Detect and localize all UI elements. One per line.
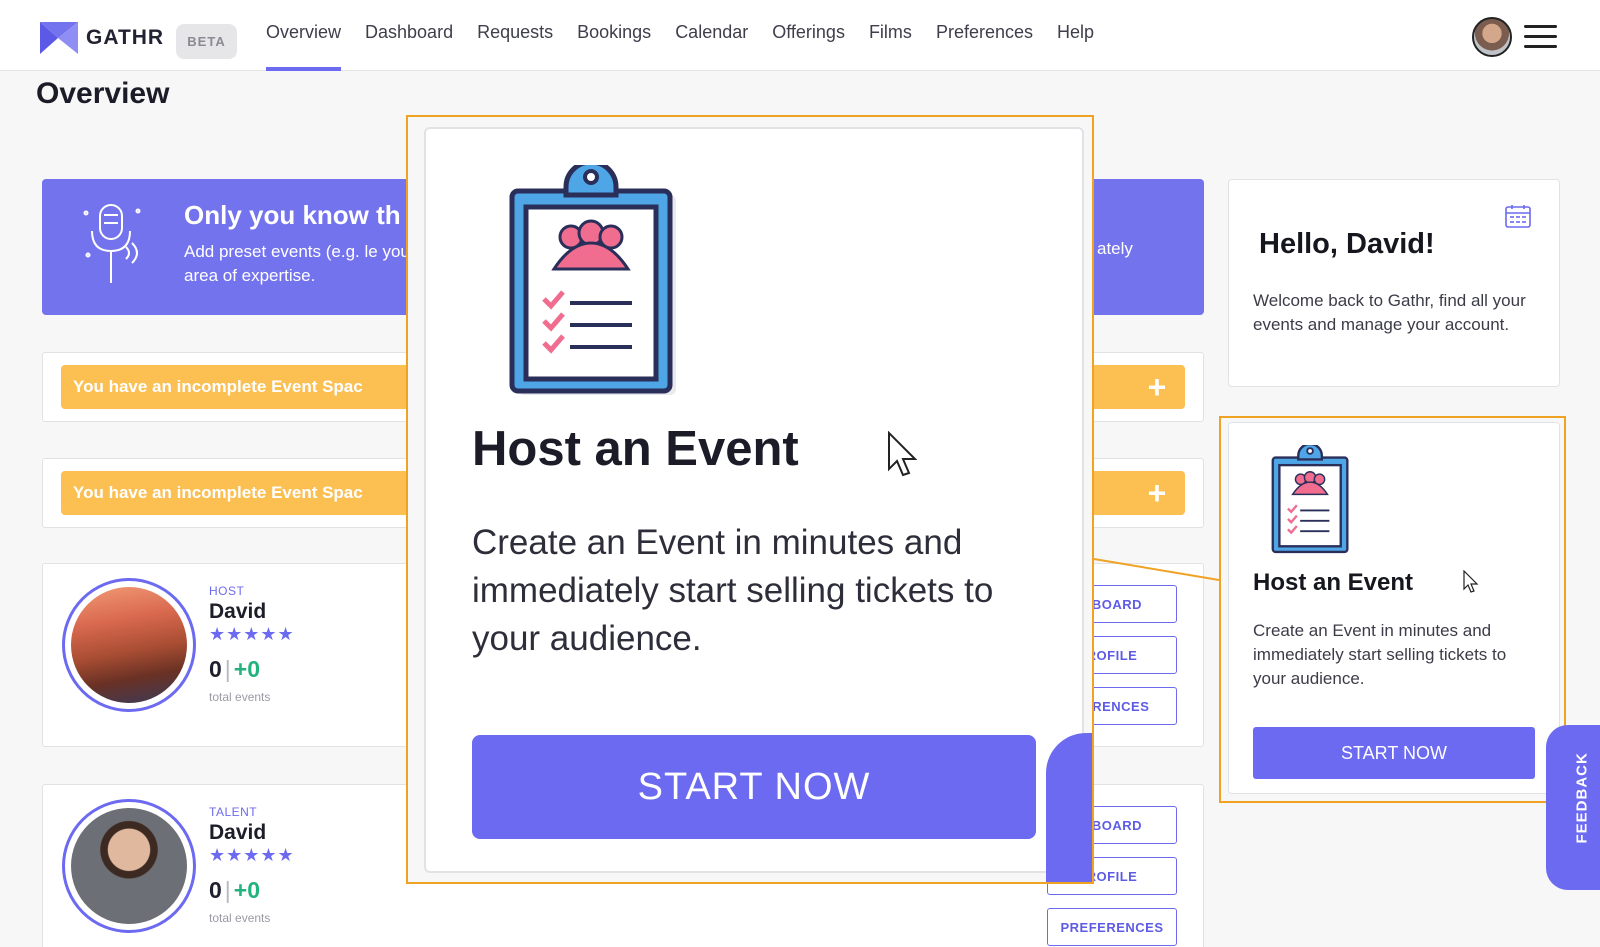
host-event-description: Create an Event in minutes and immediate…: [472, 523, 994, 658]
nav-films[interactable]: Films: [869, 0, 912, 71]
beta-badge: BETA: [176, 24, 237, 59]
event-stats: 0 | +0: [209, 656, 261, 682]
incomplete-event-text: You have an incomplete Event Spac: [73, 377, 363, 396]
zoom-callout: Host an Event Create an Event in minutes…: [406, 115, 1094, 884]
highlight-frame: [1219, 416, 1566, 803]
gathr-logo[interactable]: GATHR: [38, 20, 164, 56]
event-stats: 0 | +0: [209, 877, 261, 903]
feedback-tab-zoomed: [1046, 733, 1092, 882]
event-delta: +0: [233, 656, 261, 682]
nav-preferences[interactable]: Preferences: [936, 0, 1033, 71]
gathr-logo-icon: [40, 22, 78, 54]
stats-label: total events: [209, 690, 271, 704]
star-rating-icon: ★★★★★: [209, 845, 295, 865]
talent-avatar[interactable]: [62, 799, 196, 933]
banner-title: Only you know th: [184, 200, 401, 230]
event-delta: +0: [233, 877, 261, 903]
nav-bookings[interactable]: Bookings: [577, 0, 651, 71]
top-navigation-bar: GATHR BETA Overview Dashboard Requests B…: [0, 0, 1600, 71]
page-title: Overview: [36, 77, 170, 110]
add-icon[interactable]: +: [1139, 369, 1175, 405]
nav-requests[interactable]: Requests: [477, 0, 553, 71]
event-count: 0: [209, 656, 222, 682]
profile-role: HOST: [209, 584, 245, 598]
nav-overview[interactable]: Overview: [266, 0, 342, 71]
nav-help[interactable]: Help: [1057, 0, 1094, 71]
nav-calendar[interactable]: Calendar: [675, 0, 748, 71]
feedback-tab[interactable]: FEEDBACK: [1546, 725, 1600, 890]
clipboard-icon: [509, 165, 676, 395]
welcome-text: Welcome back to Gathr, find all your eve…: [1253, 291, 1526, 334]
mouse-cursor-icon: [888, 431, 918, 477]
event-count: 0: [209, 877, 222, 903]
profile-name: David: [209, 600, 267, 623]
nav-dashboard[interactable]: Dashboard: [365, 0, 453, 71]
host-event-card-zoomed: Host an Event Create an Event in minutes…: [424, 127, 1084, 873]
microphone-icon: [83, 204, 141, 283]
incomplete-event-text: You have an incomplete Event Spac: [73, 483, 363, 502]
hamburger-menu-icon[interactable]: [1524, 25, 1557, 49]
profile-role: TALENT: [209, 805, 258, 819]
nav-offerings[interactable]: Offerings: [772, 0, 845, 71]
feedback-label: FEEDBACK: [1573, 752, 1591, 844]
add-icon[interactable]: +: [1139, 475, 1175, 511]
banner-text-right: ately: [1097, 239, 1133, 258]
star-rating-icon: ★★★★★: [209, 624, 295, 644]
brand-name: GATHR: [86, 26, 165, 49]
stats-label: total events: [209, 911, 271, 925]
welcome-card: Hello, David! Welcome back to Gathr, fin…: [1228, 179, 1560, 387]
banner-text: Add preset events (e.g. le your area of …: [184, 242, 416, 285]
main-nav: Overview Dashboard Requests Bookings Cal…: [266, 0, 1118, 71]
user-avatar[interactable]: [1472, 17, 1512, 57]
start-now-button[interactable]: START NOW: [472, 735, 1036, 839]
mouse-cursor-icon: [1463, 570, 1479, 593]
profile-name: David: [209, 821, 267, 844]
preferences-button[interactable]: PREFERENCES: [1047, 908, 1177, 946]
host-event-title: Host an Event: [472, 422, 799, 476]
welcome-title: Hello, David!: [1259, 228, 1435, 260]
calendar-icon[interactable]: [1505, 204, 1531, 228]
host-avatar[interactable]: [62, 578, 196, 712]
